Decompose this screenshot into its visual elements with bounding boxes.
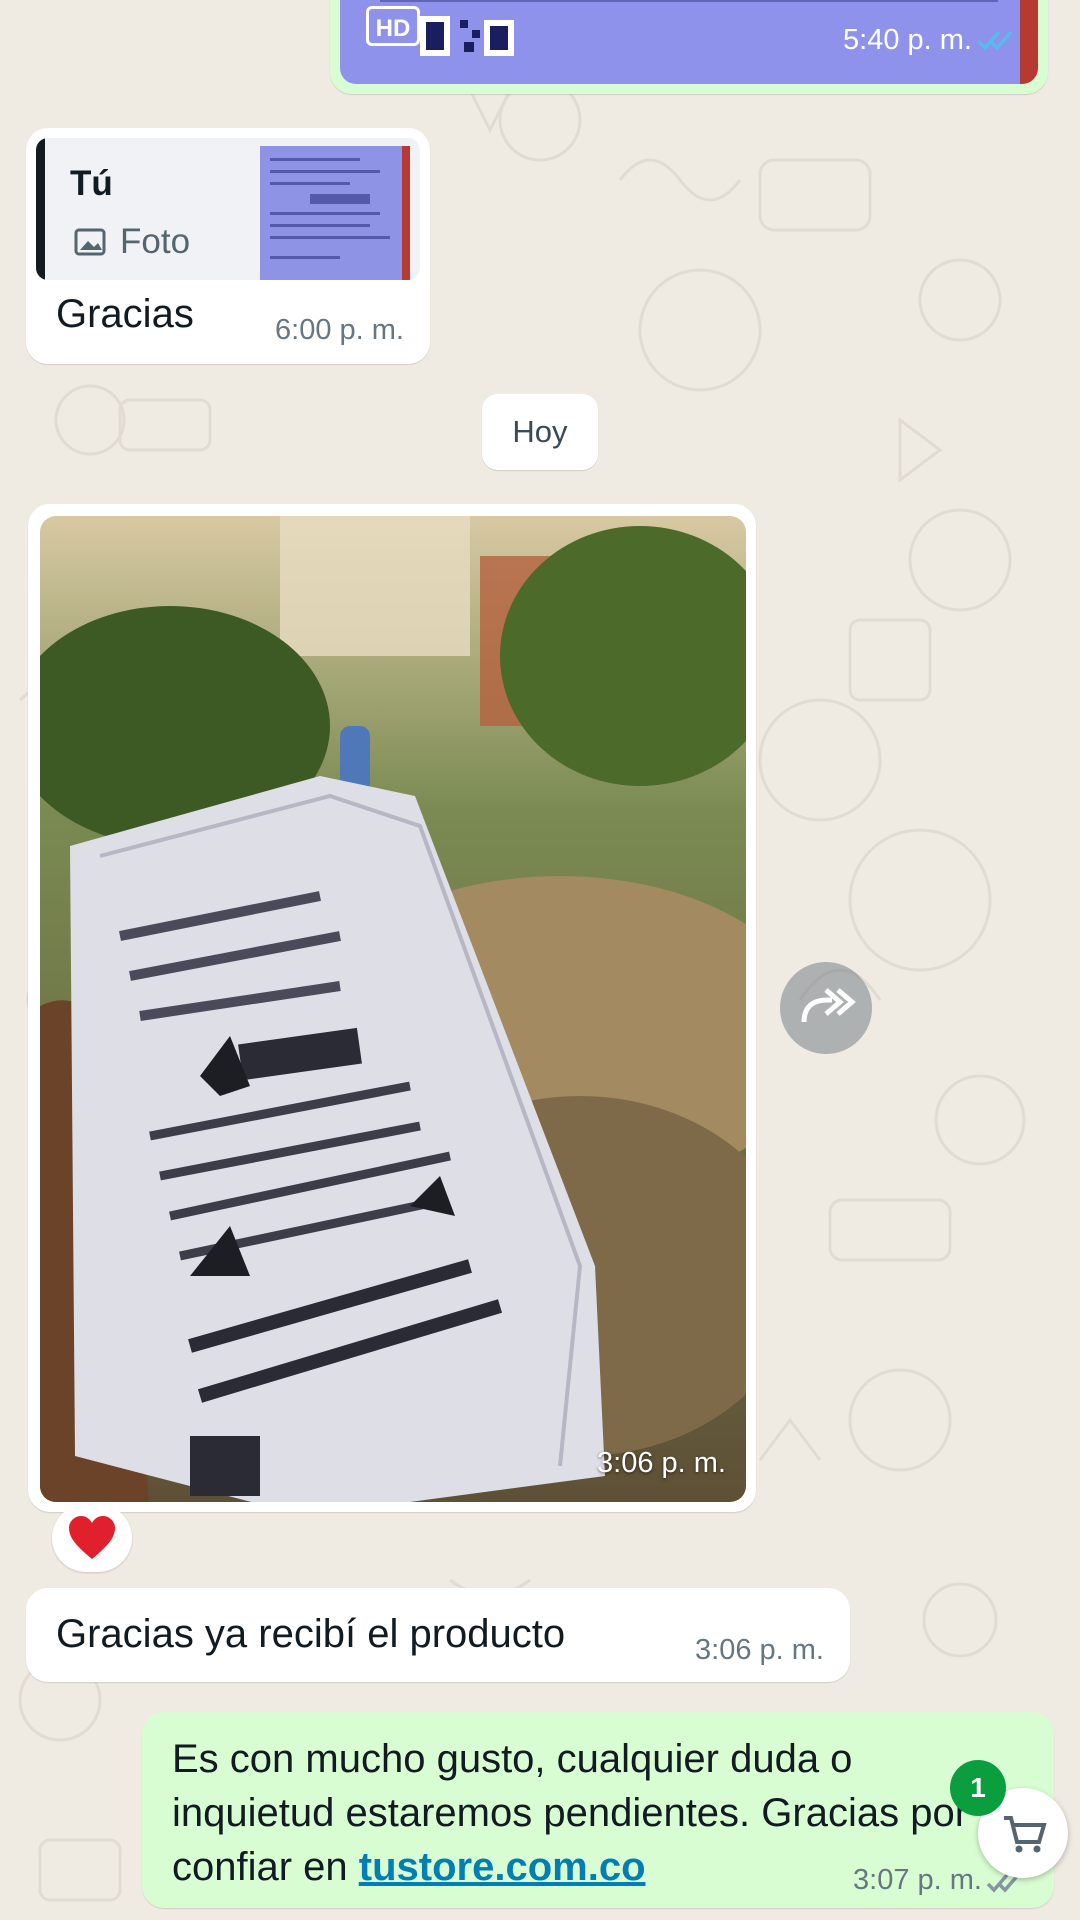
photo-message-incoming[interactable]: 3:06 p. m. xyxy=(28,504,756,1512)
quoted-thumbnail xyxy=(260,146,410,280)
package-photo-image xyxy=(40,516,746,1502)
date-divider: Hoy xyxy=(482,394,598,470)
double-check-read-icon xyxy=(976,30,1013,51)
message-time: 3:06 p. m. xyxy=(695,1634,824,1666)
image-message-outgoing[interactable]: HD 5:40 p. m. xyxy=(330,0,1048,94)
text-message-incoming[interactable]: Gracias ya recibí el producto 3:06 p. m. xyxy=(26,1588,850,1682)
quote-accent-bar xyxy=(36,138,45,280)
shipping-label-photo[interactable]: HD 5:40 p. m. xyxy=(340,0,1038,84)
message-text: Gracias ya recibí el producto xyxy=(56,1612,566,1656)
message-time: 6:00 p. m. xyxy=(275,314,404,346)
quoted-author: Tú xyxy=(70,164,113,203)
reaction-heart[interactable] xyxy=(52,1504,132,1572)
label-edge xyxy=(1020,0,1038,84)
cart-badge-count: 1 xyxy=(950,1760,1006,1816)
message-text: Gracias xyxy=(56,292,194,336)
message-time: 3:06 p. m. xyxy=(597,1447,726,1479)
hd-badge: HD xyxy=(366,6,420,46)
package-photo[interactable]: 3:06 p. m. xyxy=(40,516,746,1502)
quoted-message[interactable]: Tú Foto xyxy=(36,138,420,280)
message-time: 3:07 p. m. xyxy=(853,1864,982,1896)
store-link[interactable]: tustore.com.co xyxy=(359,1845,646,1889)
reply-message[interactable]: Tú Foto Gracias 6:00 p. m. xyxy=(26,128,430,364)
heart-icon xyxy=(69,1516,115,1559)
label-text-strip xyxy=(380,0,998,2)
quoted-type: Foto xyxy=(120,222,191,261)
qr-code-icon xyxy=(420,16,514,56)
forward-icon xyxy=(801,988,856,1023)
image-icon xyxy=(74,228,106,256)
forward-button[interactable] xyxy=(780,962,872,1054)
text-message-outgoing[interactable]: Es con mucho gusto, cualquier duda o inq… xyxy=(142,1712,1054,1908)
message-time: 5:40 p. m. xyxy=(843,24,972,56)
